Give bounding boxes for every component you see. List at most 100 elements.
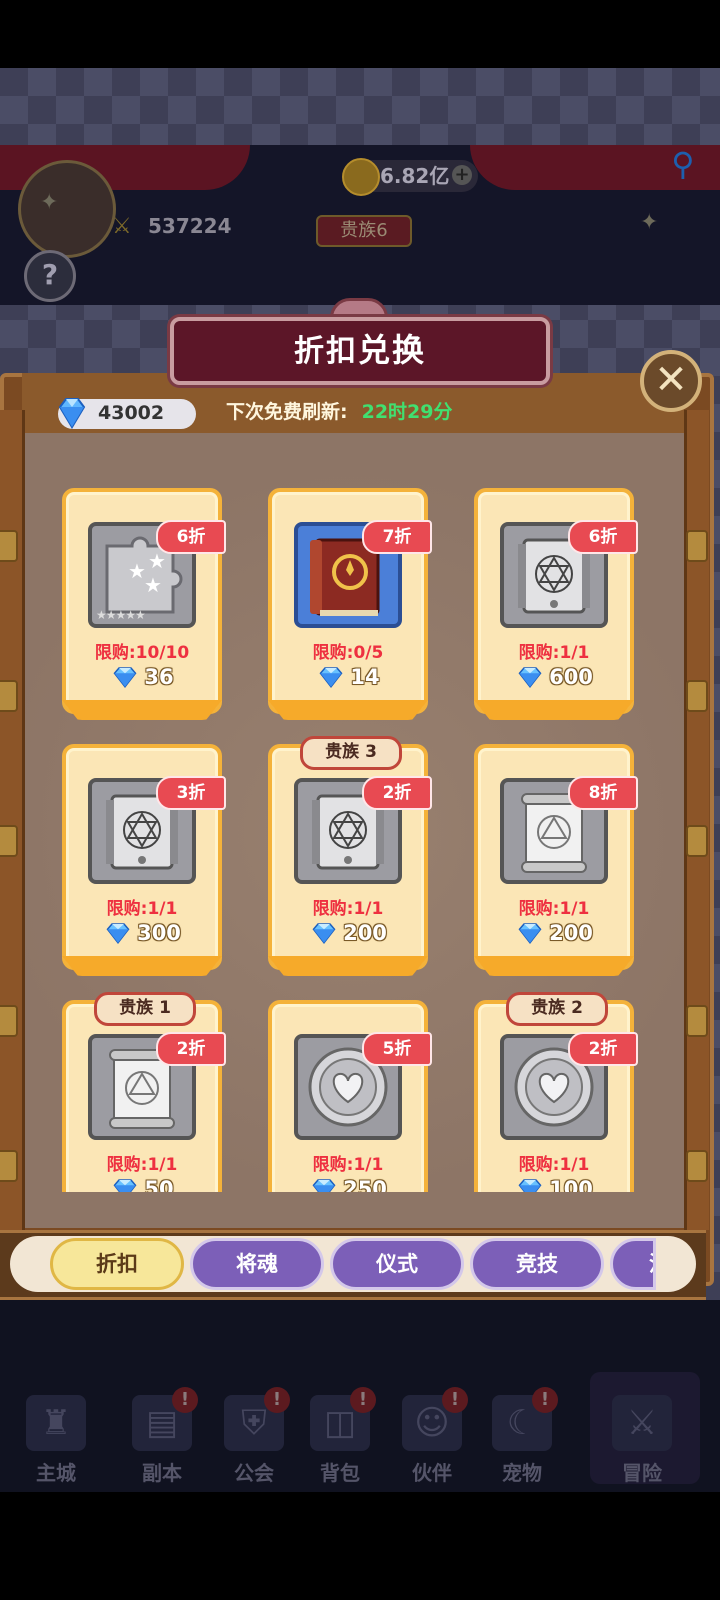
diamond-icon xyxy=(113,1179,137,1192)
tab-2[interactable]: 仪式 xyxy=(330,1238,464,1290)
rail-stud xyxy=(0,680,18,712)
diamond-icon xyxy=(518,923,542,944)
help-button[interactable]: ? xyxy=(24,250,76,302)
item-price[interactable]: 36 xyxy=(66,664,218,694)
purchase-limit: 限购:1/1 xyxy=(518,899,590,919)
shop-item-card[interactable]: ★ ★ ★ ★★★★★ 6折 限购:10/10 36 xyxy=(62,488,226,720)
card-trim xyxy=(474,956,634,976)
nav-castle[interactable]: ♜ 主城 xyxy=(16,1395,96,1485)
shop-item-card[interactable]: 6折 限购:1/1 600 xyxy=(474,488,638,720)
nav-label: 公会 xyxy=(234,1461,274,1485)
shop-item-card[interactable]: 3折 限购:1/1 300 xyxy=(62,744,226,976)
rail-stud xyxy=(686,680,708,712)
shop-item-card[interactable]: 5折限购:1/1 250 xyxy=(268,1000,432,1192)
card-trim xyxy=(62,700,222,720)
player-avatar[interactable] xyxy=(18,160,116,258)
rail-stud xyxy=(686,1150,708,1182)
ritual-tome-icon xyxy=(298,794,398,880)
shop-item-card[interactable]: 2折 限购:1/1 100 贵族 2 xyxy=(474,992,638,1192)
card-trim xyxy=(268,700,428,720)
item-price[interactable]: 250 xyxy=(272,1176,424,1192)
notification-badge: ! xyxy=(172,1387,198,1413)
add-gold-button[interactable]: + xyxy=(452,165,472,185)
refresh-label: 下次免费刷新: xyxy=(226,401,348,423)
nav-pet[interactable]: ☾ 宠物! xyxy=(482,1387,562,1485)
price-value: 100 xyxy=(549,1177,593,1192)
discount-badge: 2折 xyxy=(156,1032,226,1066)
tab-1[interactable]: 将魂 xyxy=(190,1238,324,1290)
rail-stud xyxy=(0,825,18,857)
free-refresh-info: 下次免费刷新: 22时29分 xyxy=(226,396,453,428)
item-price[interactable]: 100 xyxy=(478,1176,630,1192)
discount-badge: 7折 xyxy=(362,520,432,554)
power-counter: ⚔ 537224 xyxy=(112,212,272,242)
shop-item-card[interactable]: 2折限购:1/1 50 贵族 1 xyxy=(62,992,226,1192)
nav-guild[interactable]: ⛨ 公会! xyxy=(214,1387,294,1485)
diamond-icon xyxy=(518,1179,542,1192)
shop-item-card[interactable]: 2折 限购:1/1 200 贵族 3 xyxy=(268,736,432,976)
status-bar xyxy=(0,0,720,68)
crossed-swords-icon: ⚔ xyxy=(612,1395,672,1451)
diamond-icon xyxy=(312,1179,336,1192)
discount-badge: 5折 xyxy=(362,1032,432,1066)
noble-requirement-ribbon: 贵族 1 xyxy=(94,992,196,1026)
discount-badge: 3折 xyxy=(156,776,226,810)
tab-0[interactable]: 折扣 xyxy=(50,1238,184,1290)
item-price[interactable]: 200 xyxy=(478,920,630,950)
purchase-limit: 限购:1/1 xyxy=(518,643,590,663)
shop-item-card[interactable]: 8折限购:1/1 200 xyxy=(474,744,638,976)
discount-badge: 2折 xyxy=(362,776,432,810)
notification-badge: ! xyxy=(264,1387,290,1413)
system-nav-bar xyxy=(0,1492,720,1600)
item-price[interactable]: 200 xyxy=(272,920,424,950)
price-value: 50 xyxy=(144,1177,174,1192)
notification-badge: ! xyxy=(532,1387,558,1413)
discount-badge: 2折 xyxy=(568,1032,638,1066)
noble-level-badge[interactable]: 贵族6 xyxy=(316,215,412,247)
nav-partner[interactable]: ☺ 伙伴! xyxy=(392,1387,472,1485)
nav-crossed-swords[interactable]: ⚔ 冒险 xyxy=(602,1395,682,1485)
svg-text:★: ★ xyxy=(148,549,166,573)
gem-value: 43002 xyxy=(98,402,165,424)
scroll-icon xyxy=(92,1049,192,1136)
rail-stud xyxy=(0,530,18,562)
item-price[interactable]: 50 xyxy=(66,1176,218,1192)
gold-counter: 6.82亿 + xyxy=(342,158,478,196)
heart-coin-icon xyxy=(298,1047,398,1136)
tab-3[interactable]: 竞技 xyxy=(470,1238,604,1290)
rail-stud xyxy=(686,1005,708,1037)
card-trim xyxy=(268,956,428,976)
shop-grid: ★ ★ ★ ★★★★★ 6折 限购:10/10 36 7折 限购:0/5 14 6折 限购:1/1 60… xyxy=(22,470,684,1192)
nav-backpack[interactable]: ◫ 背包! xyxy=(300,1387,380,1485)
rail-stud xyxy=(686,825,708,857)
purchase-limit: 限购:1/1 xyxy=(518,1155,590,1175)
location-pin-icon[interactable]: ⚲ xyxy=(666,145,700,185)
tab-4[interactable]: 活 xyxy=(610,1238,656,1290)
price-value: 200 xyxy=(549,921,593,945)
heart-coin-icon xyxy=(504,1047,604,1136)
item-price[interactable]: 300 xyxy=(66,920,218,950)
gold-value: 6.82亿 xyxy=(380,164,450,188)
shop-item-card[interactable]: 7折 限购:0/5 14 xyxy=(268,488,432,720)
nav-label: 伙伴 xyxy=(412,1461,452,1485)
nav-label: 冒险 xyxy=(622,1461,662,1485)
item-price[interactable]: 14 xyxy=(272,664,424,694)
dialog-title: 折扣兑换 xyxy=(293,331,426,369)
price-value: 300 xyxy=(137,921,181,945)
item-price[interactable]: 600 xyxy=(478,664,630,694)
crossed-swords-icon: ⚔ xyxy=(112,214,132,239)
nav-label: 主城 xyxy=(36,1461,76,1485)
price-value: 14 xyxy=(350,665,380,689)
discount-badge: 8折 xyxy=(568,776,638,810)
purchase-limit: 限购:1/1 xyxy=(106,1155,178,1175)
rail-stud xyxy=(0,1150,18,1182)
price-value: 200 xyxy=(343,921,387,945)
purchase-limit: 限购:1/1 xyxy=(312,1155,384,1175)
refresh-time: 22时29分 xyxy=(361,401,453,423)
diamond-icon xyxy=(58,398,86,429)
card-trim xyxy=(474,700,634,720)
card-trim xyxy=(62,956,222,976)
nav-label: 背包 xyxy=(320,1461,360,1485)
nav-scroll-book[interactable]: ▤ 副本! xyxy=(122,1387,202,1485)
close-button[interactable]: ✕ xyxy=(640,350,702,412)
